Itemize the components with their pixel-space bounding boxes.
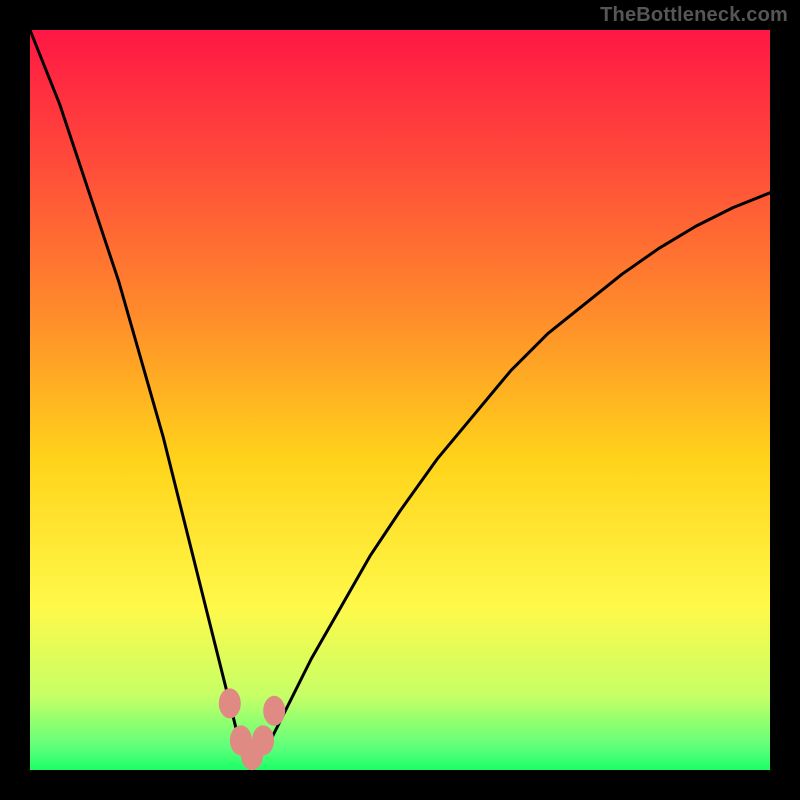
site-watermark: TheBottleneck.com [600,4,788,27]
bottleneck-chart [0,0,800,800]
optimal-marker [219,688,241,718]
optimal-marker [263,696,285,726]
optimal-marker [252,725,274,755]
plot-background [30,30,770,770]
chart-container: TheBottleneck.com [0,0,800,800]
